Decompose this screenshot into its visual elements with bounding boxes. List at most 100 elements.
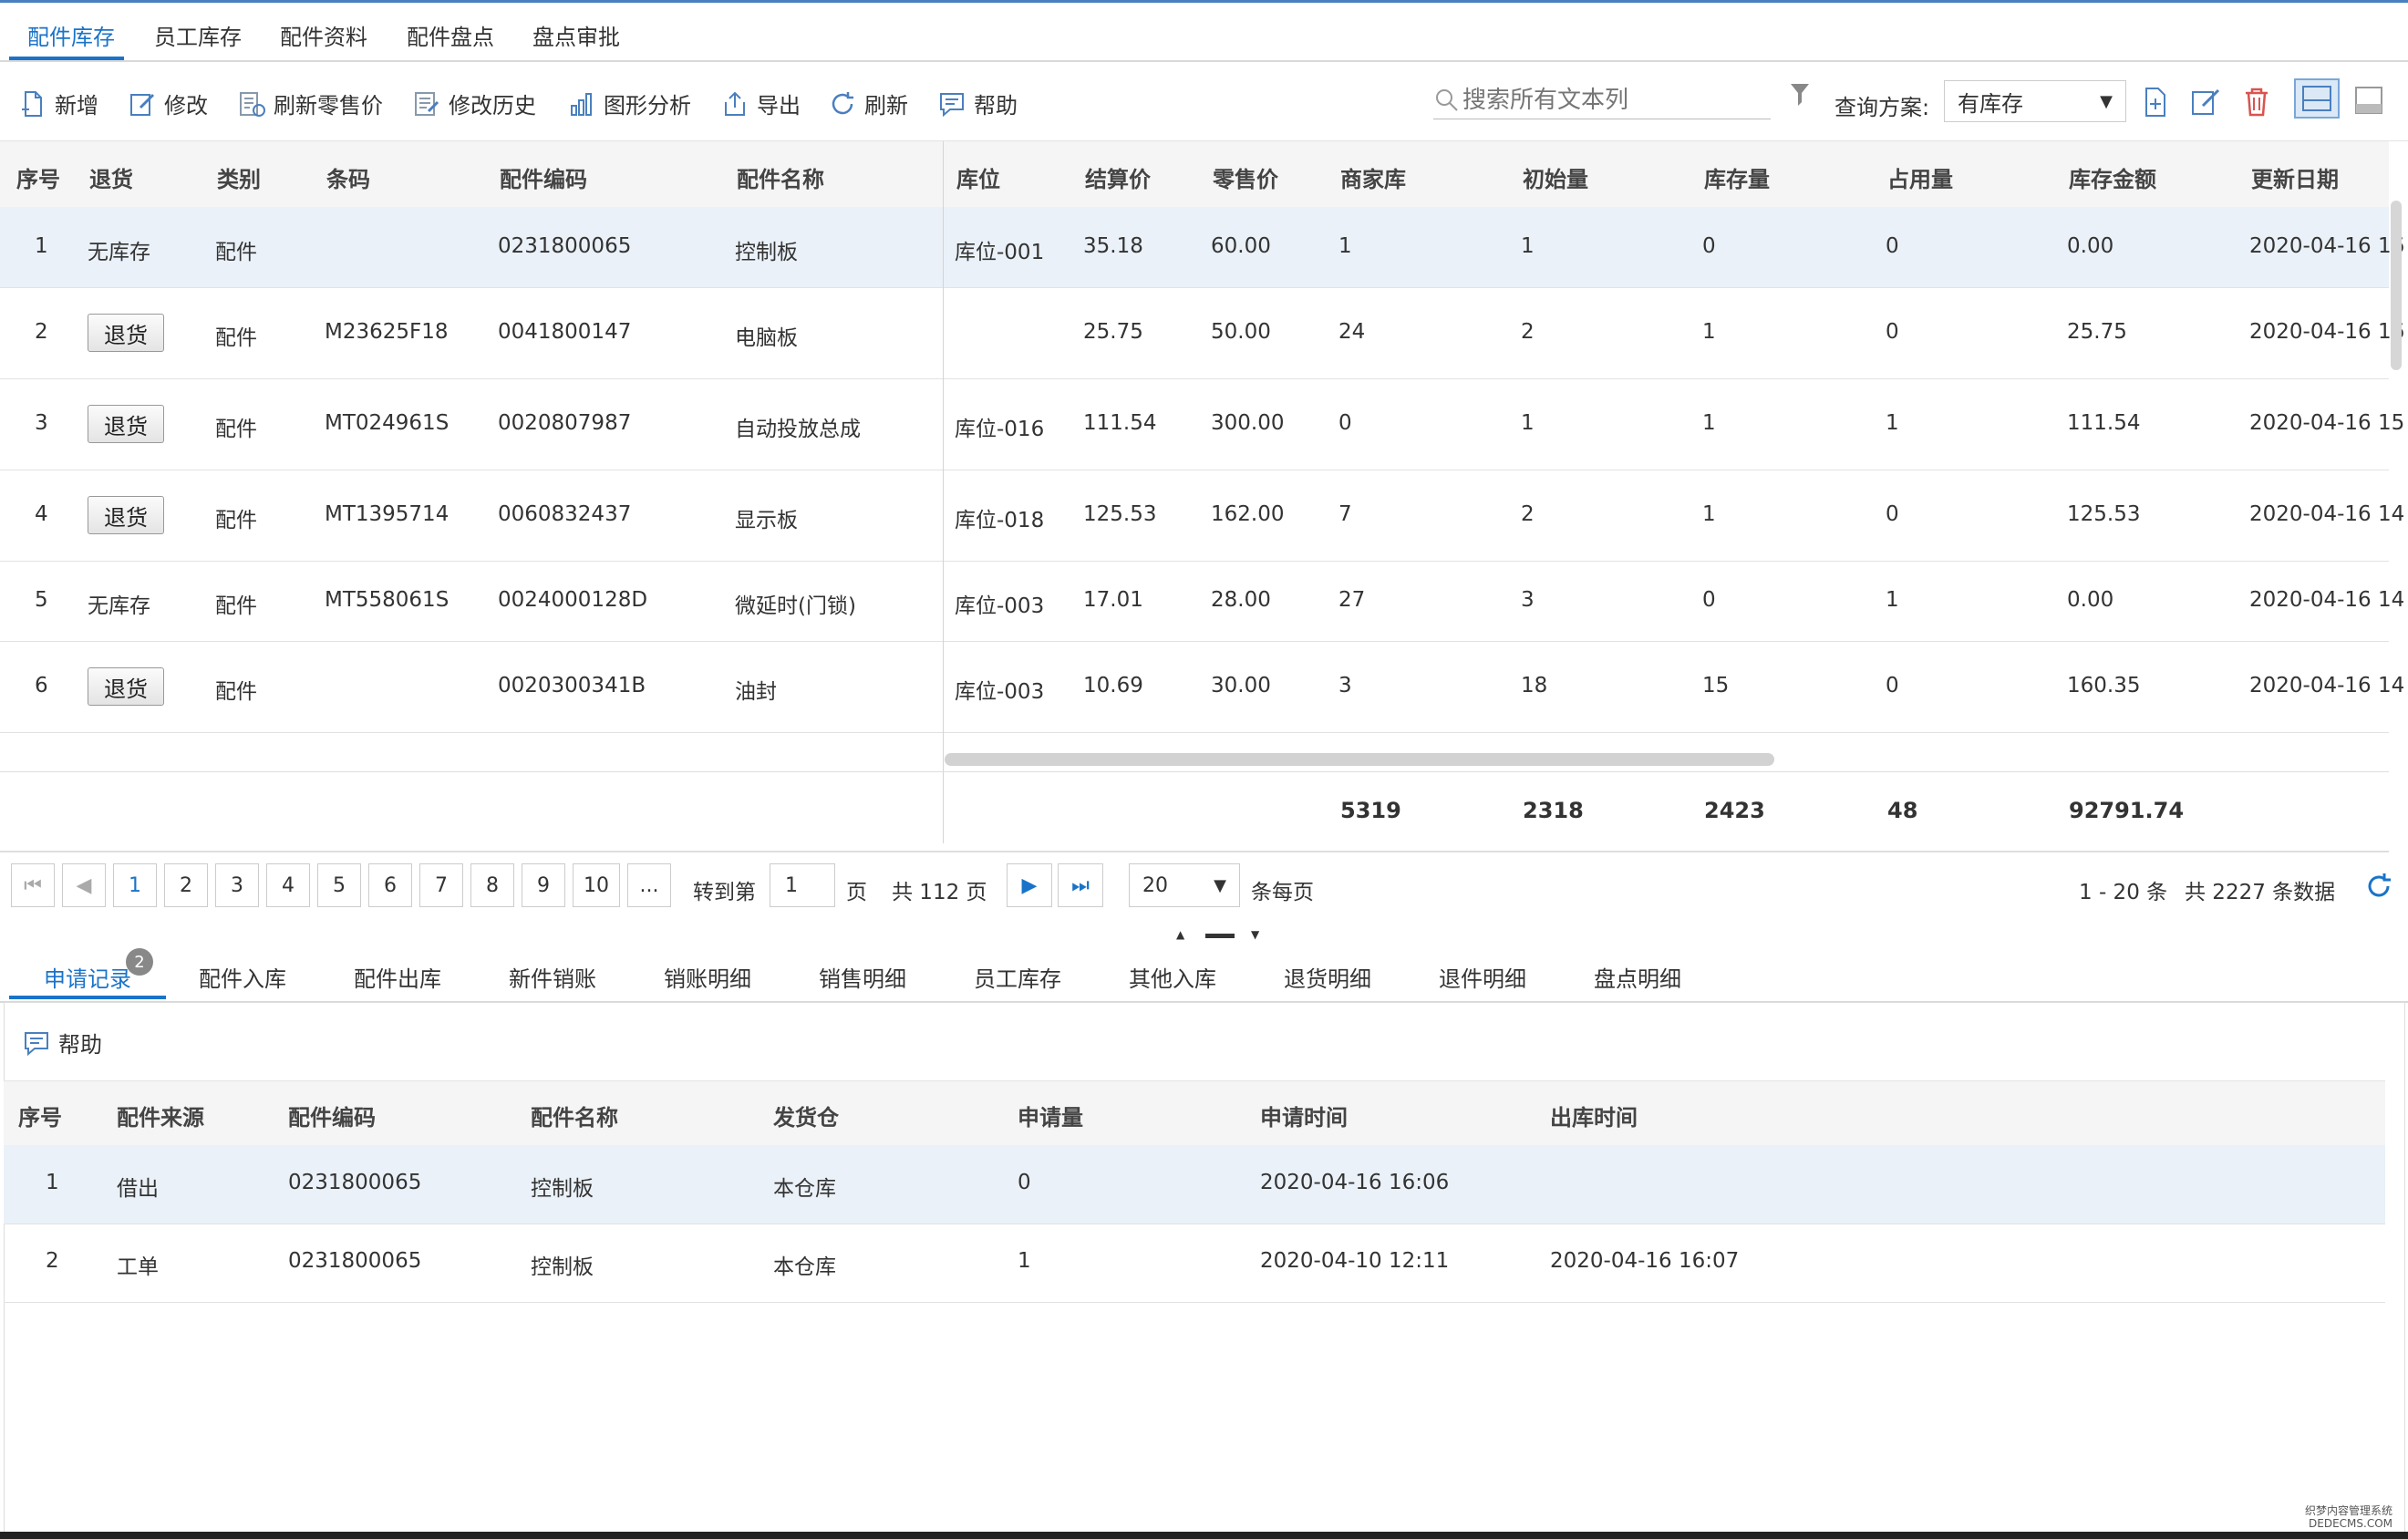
page-button-5[interactable]: 5 [317, 863, 361, 907]
tab-parts-outbound[interactable]: 配件出库 [354, 961, 441, 993]
table-row[interactable]: 2 工单 0231800065 控制板 本仓库 1 2020-04-10 12:11 2020… [4, 1224, 2385, 1303]
header-col-category[interactable]: 类别 [217, 161, 261, 193]
add-button[interactable]: 新增 [18, 88, 98, 119]
panel-splitter[interactable]: ▲ ▼ [1176, 928, 1267, 943]
page-button-1[interactable]: 1 [113, 863, 157, 907]
header-col-retail-price[interactable]: 零售价 [1213, 161, 1278, 193]
next-page-button[interactable]: ▶ [1007, 863, 1052, 907]
detail-header-col-name[interactable]: 配件名称 [531, 1100, 618, 1131]
page-button-10[interactable]: 10 [573, 863, 620, 907]
reload-icon[interactable] [2363, 871, 2394, 902]
page-button-9[interactable]: 9 [522, 863, 565, 907]
header-col-occupied[interactable]: 占用量 [1887, 161, 1953, 193]
table-row[interactable]: 2 退货 配件 M23625F18 0041800147 电脑板 25.75 50.00 24 2… [0, 287, 2404, 379]
detail-header-col-warehouse[interactable]: 发货仓 [773, 1100, 839, 1131]
tab-new-writeoff[interactable]: 新件销账 [509, 961, 596, 993]
header-col-update-date[interactable]: 更新日期 [2251, 161, 2339, 193]
return-button[interactable]: 退货 [88, 314, 164, 352]
refresh-button[interactable]: 刷新 [828, 88, 908, 119]
header-col-stock[interactable]: 库存量 [1704, 161, 1770, 193]
last-page-button[interactable]: ⏭ [1058, 863, 1103, 907]
cell-merchant-stock: 0 [1338, 411, 1352, 435]
detail-header-col-qty[interactable]: 申请量 [1018, 1100, 1083, 1131]
chart-analysis-button[interactable]: 图形分析 [567, 88, 691, 119]
tab-parts-stocktake[interactable]: 配件盘点 [407, 19, 494, 51]
header-col-no[interactable]: 序号 [16, 161, 60, 193]
goto-page-input[interactable]: 1 [770, 863, 835, 907]
edit-button[interactable]: 修改 [128, 88, 208, 119]
return-button[interactable]: 退货 [88, 667, 164, 706]
detail-cell-warehouse: 本仓库 [773, 1255, 836, 1279]
collapse-up-icon[interactable]: ▲ [1176, 928, 1184, 941]
header-col-location[interactable]: 库位 [956, 161, 1000, 193]
tab-sales-detail[interactable]: 销售明细 [819, 961, 906, 993]
vertical-scrollbar[interactable] [2391, 201, 2402, 370]
detail-tab-bar: 申请记录 配件入库 配件出库 新件销账 销账明细 销售明细 员工库存 其他入库 … [0, 945, 2408, 1003]
table-row[interactable]: 1 无库存 配件 0231800065 控制板 库位-001 35.18 60.00 1 1 0 0 0… [0, 207, 2404, 288]
collapse-down-icon[interactable]: ▼ [1251, 928, 1259, 941]
table-row[interactable]: 3 退货 配件 MT024961S 0020807987 自动投放总成 库位-016 111.… [0, 378, 2404, 470]
page-button-4[interactable]: 4 [266, 863, 310, 907]
record-range: 1 - 20 条 [2079, 881, 2168, 904]
layout-split-toggle[interactable] [2294, 78, 2340, 119]
query-scheme-select[interactable]: 有库存 ▼ [1944, 80, 2126, 122]
first-page-button[interactable]: ⏮ [11, 863, 55, 907]
tab-other-inbound[interactable]: 其他入库 [1129, 961, 1216, 993]
filter-icon[interactable] [1789, 82, 1811, 108]
edit-history-button[interactable]: 修改历史 [412, 88, 536, 119]
edit-scheme-icon[interactable] [2190, 86, 2221, 119]
tab-writeoff-detail[interactable]: 销账明细 [664, 961, 751, 993]
return-button[interactable]: 退货 [88, 405, 164, 443]
tab-returned-parts-detail[interactable]: 退件明细 [1439, 961, 1526, 993]
header-col-code[interactable]: 配件编码 [500, 161, 587, 193]
cell-merchant-stock: 27 [1338, 588, 1366, 612]
help-button[interactable]: 帮助 [937, 88, 1018, 119]
detail-header-col-source[interactable]: 配件来源 [117, 1100, 204, 1131]
search-input[interactable] [1461, 86, 1756, 115]
tab-return-detail[interactable]: 退货明细 [1284, 961, 1371, 993]
page-button-8[interactable]: 8 [470, 863, 514, 907]
header-col-merchant-stock[interactable]: 商家库 [1340, 161, 1406, 193]
header-col-name[interactable]: 配件名称 [737, 161, 824, 193]
table-row[interactable]: 6 退货 配件 0020300341B 油封 库位-003 10.69 30.00 3 18 15 0… [0, 641, 2404, 733]
header-col-initial[interactable]: 初始量 [1523, 161, 1588, 193]
return-button[interactable]: 退货 [88, 496, 164, 534]
detail-header-col-code[interactable]: 配件编码 [288, 1100, 376, 1131]
page-button-2[interactable]: 2 [164, 863, 208, 907]
header-col-amount[interactable]: 库存金额 [2069, 161, 2156, 193]
tab-stocktake-detail[interactable]: 盘点明细 [1594, 961, 1681, 993]
page-button-7[interactable]: 7 [419, 863, 463, 907]
page-size-select[interactable]: 20 ▼ [1129, 863, 1240, 907]
detail-header-col-out-time[interactable]: 出库时间 [1550, 1100, 1638, 1131]
header-col-barcode[interactable]: 条码 [326, 161, 370, 193]
page-button-more[interactable]: ... [627, 863, 671, 907]
page-button-3[interactable]: 3 [215, 863, 259, 907]
table-row[interactable]: 1 借出 0231800065 控制板 本仓库 0 2020-04-16 16:06 [4, 1145, 2385, 1224]
delete-scheme-icon[interactable] [2243, 86, 2270, 119]
tab-parts-info[interactable]: 配件资料 [280, 19, 367, 51]
page-button-6[interactable]: 6 [368, 863, 412, 907]
detail-header-col-no[interactable]: 序号 [18, 1100, 62, 1131]
splitter-handle[interactable] [1205, 934, 1235, 938]
layout-bottom-icon[interactable] [2352, 84, 2385, 117]
header-col-settle-price[interactable]: 结算价 [1085, 161, 1151, 193]
prev-page-button[interactable]: ◀ [62, 863, 106, 907]
table-row[interactable]: 4 退货 配件 MT1395714 0060832437 显示板 库位-018 125.53 1… [0, 470, 2404, 562]
tab-parts-inventory[interactable]: 配件库存 [27, 19, 115, 51]
new-scheme-icon[interactable] [2141, 86, 2170, 119]
header-col-return[interactable]: 退货 [89, 161, 133, 193]
tab-employee-inventory-detail[interactable]: 员工库存 [974, 961, 1061, 993]
detail-cell-no: 2 [46, 1249, 59, 1273]
cell-no: 6 [35, 674, 48, 697]
detail-header-col-apply-time[interactable]: 申请时间 [1260, 1100, 1348, 1131]
tab-stocktake-approval[interactable]: 盘点审批 [532, 19, 620, 51]
tab-parts-inbound[interactable]: 配件入库 [199, 961, 286, 993]
export-button[interactable]: 导出 [720, 88, 801, 119]
tab-application-records[interactable]: 申请记录 [44, 961, 131, 993]
tab-employee-inventory[interactable]: 员工库存 [154, 19, 242, 51]
cell-code: 0020300341B [498, 674, 646, 697]
refresh-retail-price-button[interactable]: 刷新零售价 [237, 88, 383, 119]
detail-help-button[interactable]: 帮助 [22, 1027, 102, 1059]
horizontal-scrollbar[interactable] [945, 753, 1774, 766]
table-row[interactable]: 5 无库存 配件 MT558061S 0024000128D 微延时(门锁) 库位-003 1… [0, 561, 2404, 642]
